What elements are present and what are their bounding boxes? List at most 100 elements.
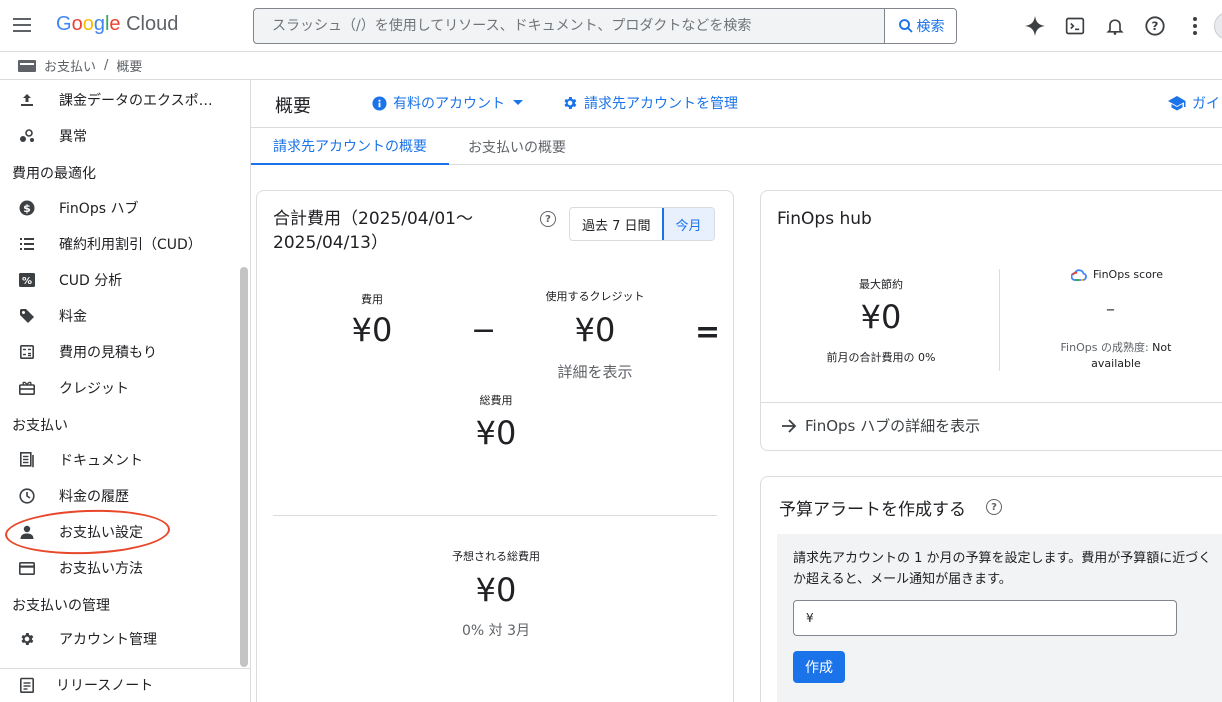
more-vert-icon[interactable]	[1183, 14, 1207, 38]
sidebar-item-payment-settings[interactable]: お支払い設定	[0, 514, 240, 550]
school-icon	[1168, 96, 1186, 111]
svg-text:?: ?	[1152, 19, 1159, 33]
info-icon	[372, 95, 387, 111]
gear-icon	[18, 630, 36, 648]
dollar-icon: $	[18, 199, 36, 217]
sidebar-item-cud-analysis[interactable]: % CUD 分析	[0, 262, 240, 298]
sidebar-heading-optimization: 費用の最適化	[12, 166, 96, 182]
google-cloud-logo[interactable]: Google Cloud	[56, 13, 178, 36]
finops-maturity: FinOps の成熟度: Not available	[1060, 341, 1172, 370]
sidebar-scrollbar[interactable]	[240, 267, 248, 667]
tab-payments-overview[interactable]: お支払いの概要	[468, 128, 566, 165]
sidebar-heading-payments: お支払い	[12, 418, 68, 434]
cost-card-title: 合計費用（2025/04/01〜2025/04/13）	[273, 209, 473, 253]
svg-text:$: $	[23, 202, 31, 215]
sidebar: 課金データのエクスポ… 異常 費用の最適化 $ FinOps ハブ 確約利用割引…	[0, 80, 251, 670]
release-notes-icon	[18, 676, 36, 694]
budget-form: 請求先アカウントの 1 か月の予算を設定します。費用が予算額に近づくか超えると、…	[777, 534, 1222, 702]
total-cost-value: ¥0	[475, 414, 517, 452]
tab-billing-account-overview[interactable]: 請求先アカウントの概要	[251, 128, 449, 165]
view-details-link[interactable]: 詳細を表示	[535, 361, 655, 382]
forecast-label: 予想される総費用	[452, 550, 540, 563]
sidebar-item-history[interactable]: 料金の履歴	[0, 478, 240, 514]
help-icon[interactable]: ?	[540, 211, 556, 227]
sidebar-item-anomaly[interactable]: 異常	[0, 118, 240, 154]
breadcrumb-item[interactable]: お支払い	[44, 56, 96, 75]
bell-icon[interactable]	[1103, 14, 1127, 38]
manage-billing-account-link[interactable]: 請求先アカウントを管理	[562, 93, 738, 113]
budget-description: 請求先アカウントの 1 か月の予算を設定します。費用が予算額に近づくか超えると、…	[793, 551, 1212, 587]
minus-operator: −	[471, 313, 497, 348]
cost-value: ¥0	[351, 311, 393, 349]
credit-value: ¥0	[574, 311, 616, 349]
create-budget-button[interactable]: 作成	[793, 651, 845, 683]
sidebar-item-finops-hub[interactable]: $ FinOps ハブ	[0, 190, 240, 226]
gift-icon	[18, 379, 36, 397]
billing-icon	[18, 59, 36, 72]
finops-card-title: FinOps hub	[777, 209, 872, 229]
account-type-dropdown[interactable]: 有料のアカウント	[372, 93, 529, 113]
date-range-toggle: 過去 7 日間 今月	[569, 207, 715, 241]
gemini-sparkle-icon[interactable]	[1023, 14, 1047, 38]
document-icon	[18, 451, 36, 469]
avatar[interactable]	[1214, 12, 1222, 40]
max-savings-subtext: 前月の合計費用の 0%	[826, 351, 936, 364]
sidebar-item-pricing[interactable]: 料金	[0, 298, 240, 334]
anomaly-icon	[18, 127, 36, 145]
sidebar-item-cud[interactable]: 確約利用割引（CUD）	[0, 226, 240, 262]
arrow-right-icon	[782, 418, 797, 433]
sidebar-item-release-notes[interactable]: リリースノート	[0, 667, 240, 702]
tag-icon	[18, 307, 36, 325]
gear-icon	[564, 97, 577, 109]
breadcrumb: お支払い / 概要	[0, 52, 1222, 80]
svg-text:%: %	[22, 276, 32, 287]
total-cost-card: 合計費用（2025/04/01〜2025/04/13） ? 過去 7 日間 今月…	[256, 190, 734, 702]
terminal-icon[interactable]	[1063, 14, 1087, 38]
cost-label: 費用	[361, 293, 383, 306]
calculator-icon	[18, 343, 36, 361]
dropdown-arrow-icon	[513, 100, 523, 105]
list-icon	[18, 235, 36, 253]
forecast-compare: 0% 対 3月	[461, 623, 531, 639]
help-icon[interactable]: ?	[1143, 14, 1167, 38]
search-icon	[898, 19, 913, 33]
search-button[interactable]: 検索	[884, 9, 956, 43]
sidebar-item-account-management[interactable]: アカウント管理	[0, 621, 240, 657]
credit-card-icon	[18, 559, 36, 577]
sidebar-item-estimate[interactable]: 費用の見積もり	[0, 334, 240, 370]
range-option-last-7-days[interactable]: 過去 7 日間	[570, 208, 663, 240]
page-title: 概要	[275, 96, 311, 117]
finops-score-header: FinOps score	[1071, 268, 1163, 281]
view-finops-hub-link[interactable]: FinOps ハブの詳細を表示	[781, 415, 980, 436]
sidebar-item-payment-method[interactable]: お支払い方法	[0, 550, 240, 586]
card-divider	[273, 515, 717, 516]
forecast-value: ¥0	[475, 571, 517, 609]
google-cloud-icon	[1071, 268, 1087, 281]
hamburger-menu-icon[interactable]	[10, 14, 34, 38]
budget-card-title: 予算アラートを作成する	[779, 500, 966, 520]
credit-label: 使用するクレジット	[545, 290, 645, 303]
tab-bar: 請求先アカウントの概要 お支払いの概要	[251, 127, 1222, 165]
range-option-this-month[interactable]: 今月	[661, 208, 714, 240]
percent-icon: %	[18, 271, 36, 289]
budget-alert-card: 予算アラートを作成する ? 請求先アカウントの 1 か月の予算を設定します。費用…	[760, 476, 1222, 702]
search-bar: 検索	[253, 8, 957, 44]
search-input[interactable]	[254, 9, 884, 43]
clock-icon	[18, 487, 36, 505]
total-cost-label: 総費用	[479, 394, 513, 407]
sidebar-item-credits[interactable]: クレジット	[0, 370, 240, 406]
sidebar-item-documents[interactable]: ドキュメント	[0, 442, 240, 478]
card-divider	[761, 402, 1222, 403]
top-bar: Google Cloud 検索 ?	[0, 0, 1222, 52]
equals-operator: =	[695, 315, 721, 350]
upload-icon	[18, 91, 36, 109]
finops-score-value: –	[1106, 299, 1115, 320]
max-savings-value: ¥0	[860, 298, 902, 336]
max-savings-label: 最大節約	[859, 278, 903, 291]
finops-hub-card: FinOps hub 最大節約 ¥0 前月の合計費用の 0% FinOps sc…	[760, 190, 1222, 451]
guide-link[interactable]: ガイ	[1168, 93, 1220, 113]
budget-amount-field[interactable]: ¥	[793, 600, 1177, 636]
sidebar-heading-management: お支払いの管理	[12, 598, 110, 614]
help-icon[interactable]: ?	[986, 499, 1002, 515]
sidebar-item-export[interactable]: 課金データのエクスポ…	[0, 82, 240, 118]
